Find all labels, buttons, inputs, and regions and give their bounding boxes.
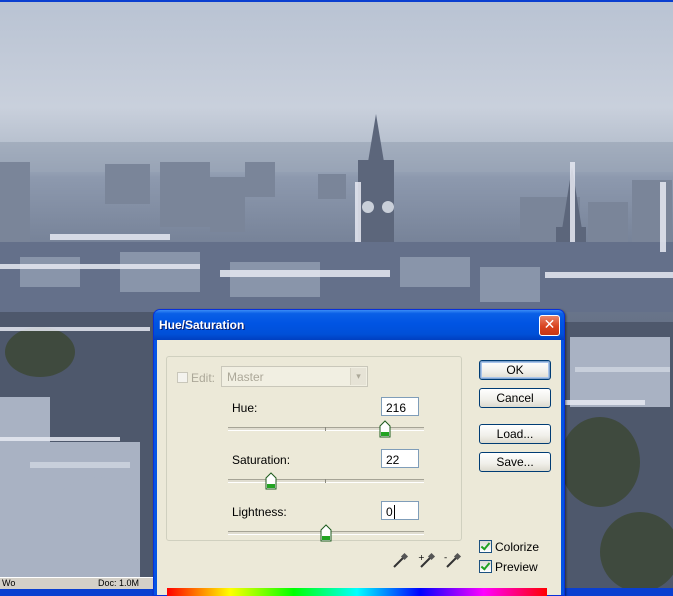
hue-center-tick xyxy=(325,427,326,431)
preview-label[interactable]: Preview xyxy=(495,560,538,574)
adjustment-group: Edit: Master ▾ Hue: 216 Saturation: 22 L… xyxy=(166,356,462,542)
hue-slider-thumb[interactable] xyxy=(379,420,391,438)
svg-text:-: - xyxy=(444,553,447,563)
lightness-input[interactable]: 0 xyxy=(381,501,419,520)
saturation-center-tick xyxy=(325,479,326,483)
saturation-slider-thumb[interactable] xyxy=(265,472,277,490)
dialog-title: Hue/Saturation xyxy=(159,318,245,332)
status-bar: Wo Doc: 1.0M xyxy=(0,577,153,589)
edit-dropdown: Master ▾ xyxy=(221,366,368,387)
status-left-text: Wo xyxy=(2,578,16,588)
color-spectrum-bar xyxy=(167,588,547,596)
dialog-titlebar[interactable]: Hue/Saturation ✕ xyxy=(154,310,564,340)
dialog-client-area: Edit: Master ▾ Hue: 216 Saturation: 22 L… xyxy=(157,340,561,596)
lightness-slider-thumb[interactable] xyxy=(320,524,332,542)
edit-checkbox xyxy=(177,372,188,383)
load-button[interactable]: Load... xyxy=(479,424,551,444)
close-button[interactable]: ✕ xyxy=(539,315,560,336)
colorize-checkbox[interactable] xyxy=(479,540,492,553)
saturation-slider-track[interactable] xyxy=(228,479,424,483)
hue-label: Hue: xyxy=(232,401,258,415)
chevron-down-icon: ▾ xyxy=(350,368,366,385)
eyedropper-icon[interactable] xyxy=(391,552,409,570)
ok-button[interactable]: OK xyxy=(479,360,551,380)
close-icon: ✕ xyxy=(543,317,556,333)
hue-saturation-dialog: Hue/Saturation ✕ Edit: Master ▾ Hue: 216… xyxy=(153,309,565,596)
save-button[interactable]: Save... xyxy=(479,452,551,472)
preview-checkbox[interactable] xyxy=(479,560,492,573)
lightness-label: Lightness: xyxy=(232,505,287,519)
hue-input[interactable]: 216 xyxy=(381,397,419,416)
hue-slider-track[interactable] xyxy=(228,427,424,431)
edit-label: Edit: xyxy=(191,371,216,385)
svg-text:+: + xyxy=(418,553,425,562)
saturation-label: Saturation: xyxy=(232,453,291,467)
eyedropper-plus-icon[interactable]: + xyxy=(418,552,436,570)
colorize-label[interactable]: Colorize xyxy=(495,540,539,554)
status-doc-size: Doc: 1.0M xyxy=(98,578,140,588)
cancel-button[interactable]: Cancel xyxy=(479,388,551,408)
edit-dropdown-value: Master xyxy=(227,370,264,384)
eyedropper-minus-icon[interactable]: - xyxy=(444,552,462,570)
saturation-input[interactable]: 22 xyxy=(381,449,419,468)
